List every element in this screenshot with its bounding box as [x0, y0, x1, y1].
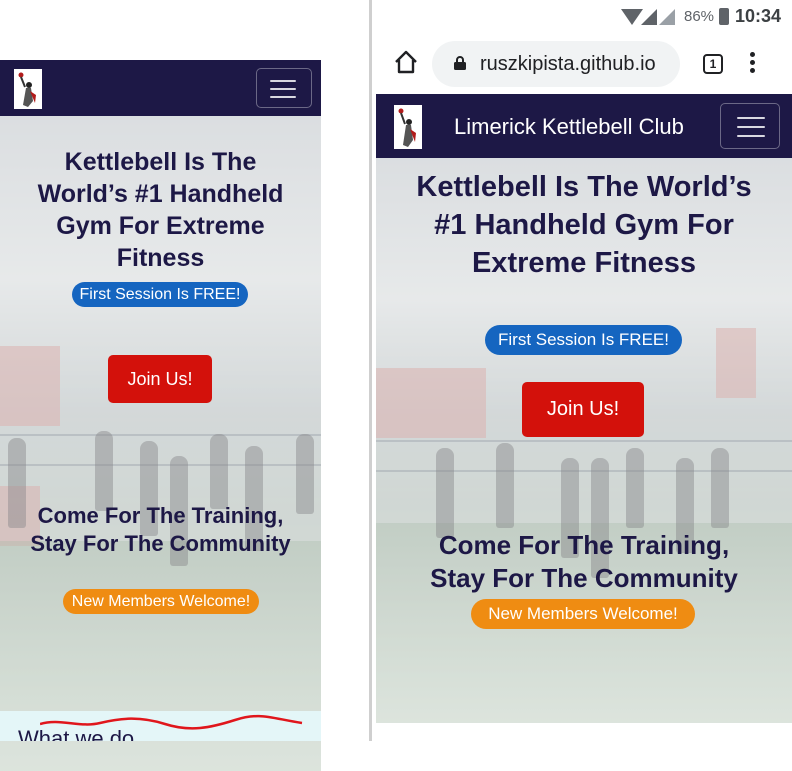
- browser-toolbar: ruszkipista.github.io 1: [376, 34, 792, 94]
- kettlebell-lifter-logo-icon[interactable]: [394, 105, 422, 149]
- hero-title: Kettlebell Is The World’s #1 Handheld Gy…: [37, 148, 284, 272]
- home-icon[interactable]: [392, 48, 420, 76]
- hero-subtitle: Come For The Training, Stay For The Comm…: [30, 503, 291, 556]
- address-bar[interactable]: ruszkipista.github.io: [432, 41, 680, 87]
- signal-icon: [641, 9, 657, 25]
- new-members-badge: New Members Welcome!: [471, 599, 695, 629]
- url-text: ruszkipista.github.io: [480, 53, 656, 75]
- annotation-squiggle: [40, 714, 303, 730]
- phone-screen: 86% 10:34 ruszkipista.github.io 1 Limeri…: [376, 0, 792, 741]
- join-us-button[interactable]: Join Us!: [108, 355, 212, 403]
- brand-name[interactable]: Limerick Kettlebell Club: [454, 114, 684, 140]
- new-members-badge: New Members Welcome!: [63, 589, 259, 614]
- status-bar: 86% 10:34: [376, 0, 792, 34]
- menu-toggle-button[interactable]: [256, 68, 312, 108]
- menu-toggle-button[interactable]: [720, 103, 780, 149]
- hero-subtitle: Come For The Training, Stay For The Comm…: [430, 530, 738, 593]
- tab-switcher-icon[interactable]: 1: [703, 54, 723, 74]
- battery-icon: [719, 8, 729, 25]
- clock: 10:34: [735, 6, 782, 26]
- navbar: Limerick Kettlebell Club: [376, 94, 792, 158]
- what-we-do-section: What we do: [0, 711, 321, 741]
- lock-icon: [454, 56, 466, 70]
- kettlebell-lifter-logo-icon[interactable]: [14, 69, 42, 109]
- battery-percent: 86%: [684, 8, 715, 25]
- join-us-button[interactable]: Join Us!: [522, 382, 644, 437]
- signal-secondary-icon: [659, 9, 675, 25]
- navbar: [0, 60, 321, 116]
- left-preview: Kettlebell Is The World’s #1 Handheld Gy…: [0, 60, 321, 771]
- hero-title: Kettlebell Is The World’s #1 Handheld Gy…: [416, 171, 752, 279]
- more-vert-icon[interactable]: [750, 52, 756, 76]
- screenshot-divider: [369, 0, 372, 741]
- page-bottom-area: [376, 723, 792, 741]
- wifi-icon: [621, 9, 643, 25]
- free-session-badge: First Session Is FREE!: [72, 282, 248, 307]
- free-session-badge: First Session Is FREE!: [485, 325, 682, 355]
